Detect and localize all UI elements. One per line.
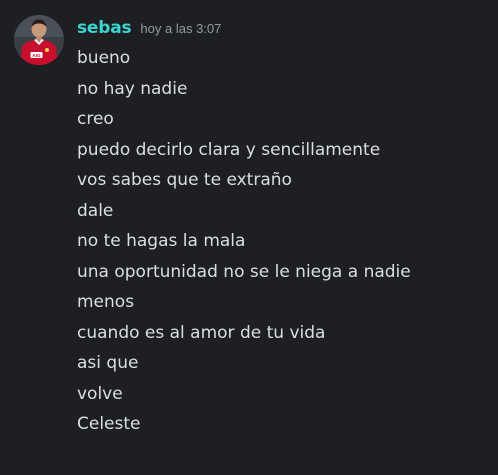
svg-text:AIG: AIG	[32, 53, 41, 59]
message-line: Celeste	[77, 414, 141, 434]
avatar-photo-icon: AIG	[14, 15, 64, 65]
message-line: cuando es al amor de tu vida	[77, 322, 326, 343]
message-line: menos	[77, 292, 135, 312]
user-avatar[interactable]: AIG	[14, 15, 64, 65]
message-line: asi que	[77, 353, 139, 373]
message-line: creo	[77, 109, 114, 129]
message-line: no te hagas la mala	[77, 231, 246, 251]
message-group: AIG sebas hoy a las 3:07 bueno no hay na…	[0, 0, 498, 475]
message-line: no hay nadie	[77, 78, 188, 99]
message-line: una oportunidad no se le niega a nadie	[77, 261, 411, 282]
message-header: sebas hoy a las 3:07	[77, 18, 221, 44]
message-lines: bueno no hay nadie creo puedo decirlo cl…	[77, 43, 492, 440]
message-line: vos sabes que te extraño	[77, 170, 292, 190]
message-line: puedo decirlo clara y sencillamente	[77, 139, 381, 160]
message-line: volve	[77, 383, 123, 404]
message-line: dale	[77, 200, 114, 221]
timestamp: hoy a las 3:07	[140, 21, 222, 36]
username[interactable]: sebas	[77, 18, 132, 38]
message-line: bueno	[77, 48, 131, 68]
